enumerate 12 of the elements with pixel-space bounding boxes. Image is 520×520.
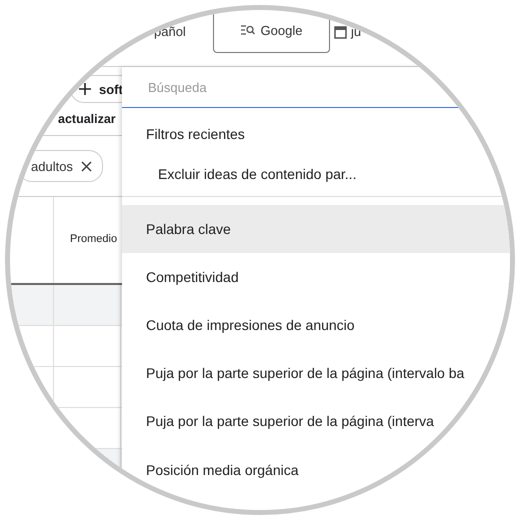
menu-item[interactable]: Cuota de impresiones de anuncio <box>146 301 359 349</box>
plus-icon <box>79 83 91 95</box>
menu-item[interactable]: Posición media orgánica <box>146 462 303 478</box>
calendar-icon[interactable] <box>334 25 347 39</box>
close-icon[interactable] <box>80 160 92 172</box>
menu-item[interactable]: Puja por la parte superior de la página (interva <box>146 397 438 445</box>
menu-item[interactable]: Competitividad <box>146 253 243 301</box>
menu-item[interactable]: Puja por la parte superior de la página (intervalo ba <box>146 349 468 397</box>
menu-item[interactable]: Palabra clave <box>122 205 510 253</box>
section-heading: Filtros recientes <box>145 125 246 144</box>
recent-filter-item[interactable]: Excluir ideas de contenido par... <box>122 149 510 196</box>
search-list-icon <box>240 25 255 35</box>
